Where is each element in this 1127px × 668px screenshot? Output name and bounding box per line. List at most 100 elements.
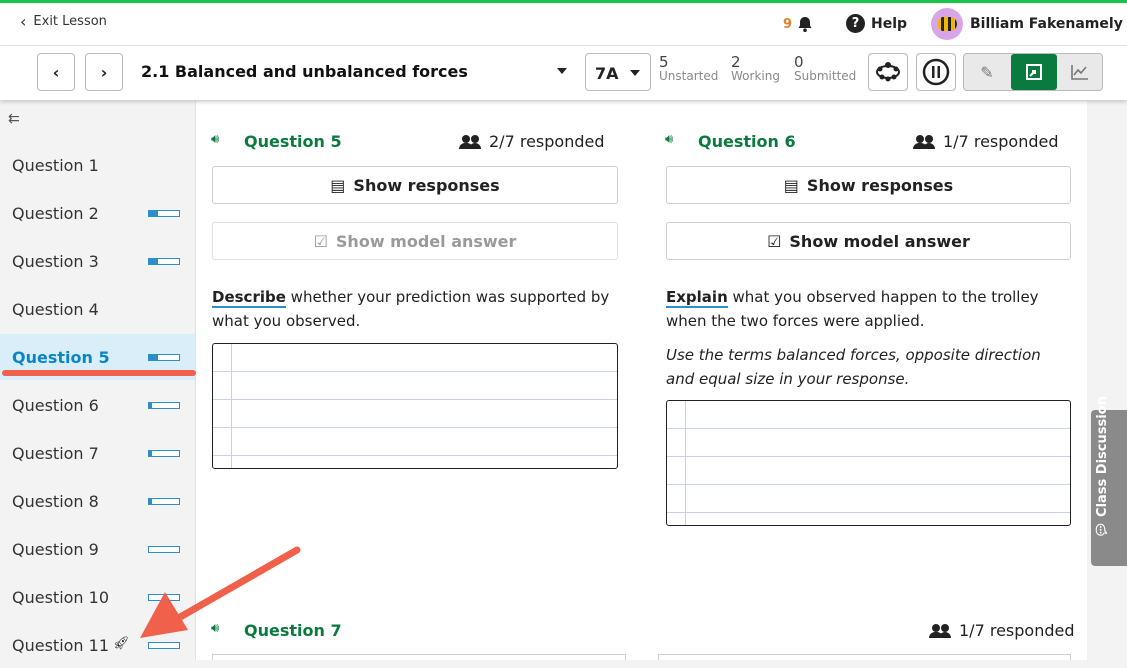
class-view-button[interactable] [868,53,908,91]
responded-label: 2/7 responded [489,132,605,151]
paper-margin [231,344,232,468]
responded-label: 1/7 responded [943,132,1059,151]
sidebar-item-question-6[interactable]: Question 6 [0,382,195,428]
sidebar-item-question-8[interactable]: Question 8 [0,478,195,524]
annotation-underline [2,370,196,376]
sidebar-item-question-10[interactable]: Question 10 [0,574,195,620]
question-prompt: Describe whether your prediction was sup… [212,285,618,333]
progress-bar [148,642,180,649]
paper-margin [685,401,686,525]
lesson-title-select[interactable]: 2.1 Balanced and unbalanced forces [141,62,468,81]
previous-button[interactable]: ‹ [37,53,75,91]
pencil-icon: ✎ [980,62,994,82]
progress-fill [149,451,152,456]
analytics-mode-button[interactable] [1057,54,1103,90]
sidebar-item-question-3[interactable]: Question 3 [0,238,195,284]
sidebar-item-question-4[interactable]: Question 4 [0,286,195,332]
chevron-left-icon: ‹ [20,11,27,31]
edit-mode-button[interactable]: ✎ [964,54,1010,90]
notification-count: 9 [783,16,793,32]
caret-down-icon [630,70,640,76]
people-icon [929,623,951,638]
sidebar-item-question-7[interactable]: Question 7 [0,430,195,476]
progress-fill [149,211,158,216]
progress-bar [148,498,180,505]
class-select-value: 7A [595,64,619,83]
question-title: Question 6 [698,132,796,151]
show-model-answer-label: Show model answer [335,231,517,251]
group-circle-icon [876,62,900,82]
speaker-icon[interactable]: 🔊︎ [211,621,219,636]
progress-bar [148,594,180,601]
collapse-sidebar-icon[interactable]: ⇇ [8,111,20,127]
answer-box[interactable] [212,343,618,469]
speaker-icon[interactable]: 🔊︎ [665,132,673,147]
question-title: Question 7 [244,621,342,640]
sidebar-item-question-9[interactable]: Question 9 [0,526,195,572]
avatar [931,8,963,40]
progress-bar [148,402,180,409]
sidebar-item-label: Question 3 [12,252,99,271]
answer-box[interactable] [666,400,1071,526]
sidebar-item-label: Question 6 [12,396,99,415]
question-prompt: Explain what you observed happen to the … [666,285,1071,333]
stat-submitted: 0 Submitted [794,53,857,84]
view-mode-toggle: ✎ [963,53,1103,91]
progress-bar [148,546,180,553]
responded-count: 1/7 responded [913,132,1058,151]
progress-fill [149,499,152,504]
prompt-keyword[interactable]: Describe [212,288,286,308]
prompt-keyword[interactable]: Explain [666,288,728,308]
user-menu[interactable]: Billiam Fakenamely [931,8,1123,40]
pause-icon [922,58,950,86]
next-button-edge [658,654,1071,660]
show-responses-button[interactable]: ▤ Show responses [212,166,618,204]
show-model-answer-button[interactable]: ☑ Show model answer [212,222,618,260]
class-select[interactable]: 7A [585,53,651,91]
responded-count: 2/7 responded [459,132,604,151]
progress-fill [149,355,158,360]
scrollbar-track[interactable] [1088,101,1127,660]
stat-working: 2 Working [731,55,780,84]
stat-label: Submitted [794,69,857,83]
pause-button[interactable] [916,53,956,91]
progress-bar [148,450,180,457]
caret-down-icon[interactable] [557,68,567,74]
sidebar-item-question-1[interactable]: Question 1 [0,142,195,188]
user-name: Billiam Fakenamely [970,16,1123,32]
sidebar-item-question-2[interactable]: Question 2 [0,190,195,236]
model-answer-icon: ☑ [313,231,328,251]
chat-icon: 💬︎ [1095,516,1110,538]
question-title: Question 5 [244,132,342,151]
show-responses-button[interactable]: ▤ Show responses [666,166,1071,204]
sidebar-item-question-11[interactable]: Question 11 🚀︎ [0,622,195,668]
stat-label: Unstarted [659,69,719,83]
bee-icon [937,17,957,31]
people-icon [459,134,481,149]
sidebar-item-label: Question 1 [12,156,99,175]
notifications-button[interactable]: 9 [783,15,814,33]
responded-label: 1/7 responded [959,621,1075,640]
present-icon [1026,64,1042,80]
sidebar-item-label: Question 8 [12,492,99,511]
rocket-icon: 🚀︎ [113,636,130,651]
next-button[interactable]: › [85,53,123,91]
exit-lesson-link[interactable]: ‹ Exit Lesson [20,11,107,31]
stat-value: 0 [794,53,804,71]
speaker-icon[interactable]: 🔊︎ [211,132,219,147]
help-button[interactable]: ? Help [846,14,907,33]
responses-icon: ▤ [330,175,346,195]
sidebar-item-label: Question 2 [12,204,99,223]
class-discussion-tab[interactable]: 💬︎ Class Discussion [1091,396,1127,566]
help-icon: ? [846,14,865,33]
chevron-left-icon: ‹ [52,62,60,82]
stat-unstarted: 5 Unstarted [659,53,719,84]
next-button-edge [212,654,626,660]
present-mode-button[interactable] [1011,54,1057,90]
responses-icon: ▤ [783,175,799,195]
show-model-answer-button[interactable]: ☑ Show model answer [666,222,1071,260]
app-header: ‹ Exit Lesson 9 ? Help Billiam Fakenamel… [0,3,1127,46]
question-panel: 🔊︎ Question 5 2/7 responded ▤ Show respo… [196,101,1087,660]
stat-value: 5 [659,53,669,71]
show-model-answer-label: Show model answer [789,231,970,251]
